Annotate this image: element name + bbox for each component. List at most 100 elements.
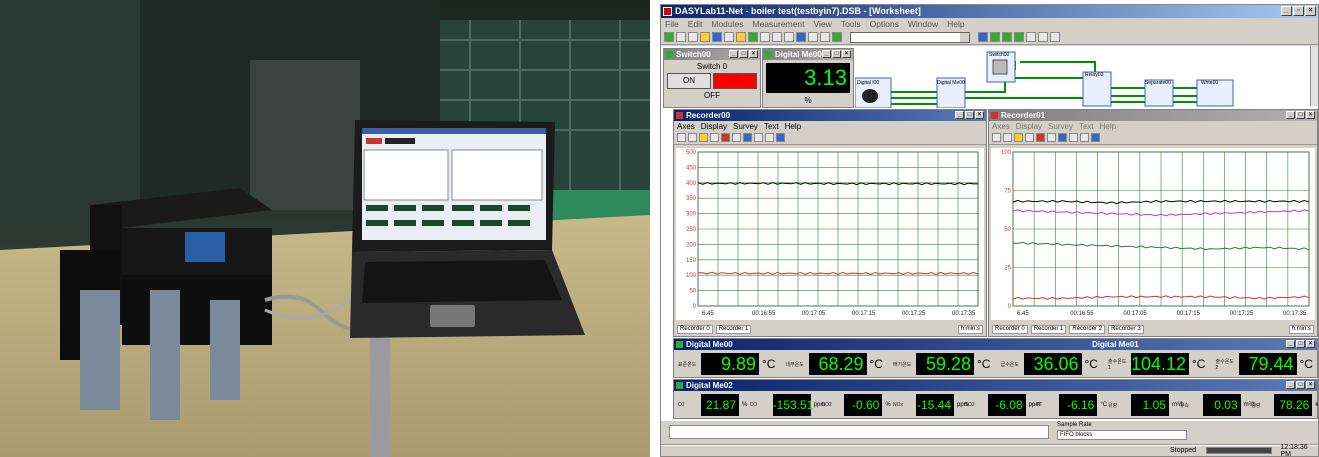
layout-icon[interactable] xyxy=(748,32,758,42)
rec-scale-icon[interactable] xyxy=(1025,133,1034,142)
menu-window[interactable]: Window xyxy=(908,18,938,30)
rec-left-max-button[interactable]: □ xyxy=(965,111,974,119)
rec-left-close-button[interactable]: × xyxy=(975,111,984,119)
module-icon[interactable] xyxy=(736,32,746,42)
flow-block-switch[interactable]: Switch00 xyxy=(989,52,1010,58)
rec-left-menu-help[interactable]: Help xyxy=(785,121,801,132)
rec-right-min-button[interactable]: _ xyxy=(1286,111,1295,119)
open-icon[interactable] xyxy=(700,32,710,42)
meters2-min-button[interactable]: _ xyxy=(1286,381,1295,389)
align-icon[interactable] xyxy=(808,32,818,42)
level-5-icon[interactable] xyxy=(1038,32,1048,42)
level-1-icon[interactable] xyxy=(990,32,1000,42)
legend-item[interactable]: Recorder 1 xyxy=(1030,325,1067,334)
rec-print-icon[interactable] xyxy=(765,133,774,142)
time-format-button[interactable]: h:min:s xyxy=(957,325,983,334)
rec-right-menu-display[interactable]: Display xyxy=(1016,121,1042,132)
rec-left-menu-survey[interactable]: Survey xyxy=(733,121,758,132)
rec-text-icon[interactable] xyxy=(1091,133,1100,142)
stop-icon[interactable] xyxy=(688,32,698,42)
legend-item[interactable]: Recorder 0 xyxy=(677,325,713,334)
rec-grid-icon[interactable] xyxy=(732,133,741,142)
print-icon[interactable] xyxy=(724,32,734,42)
rec-zoom-out-icon[interactable] xyxy=(1003,133,1012,142)
toolbar-combo[interactable] xyxy=(850,31,970,43)
switch-close-button[interactable]: × xyxy=(749,50,758,58)
rec-left-menu-text[interactable]: Text xyxy=(764,121,779,132)
flow-block-digital-meter[interactable]: Digital Me00 xyxy=(937,80,965,86)
flow-block-separate[interactable]: Separate00 xyxy=(1145,80,1171,86)
flow-block-relay[interactable]: Relay00 xyxy=(1085,72,1104,78)
switch-min-button[interactable]: _ xyxy=(729,50,738,58)
level-2-icon[interactable] xyxy=(1002,32,1012,42)
meter-min-button[interactable]: _ xyxy=(822,50,831,58)
help-icon[interactable] xyxy=(978,32,988,42)
rec-right-menu-text[interactable]: Text xyxy=(1079,121,1094,132)
level-4-icon[interactable] xyxy=(1026,32,1036,42)
menu-measurement[interactable]: Measurement xyxy=(753,18,805,30)
save-icon[interactable] xyxy=(712,32,722,42)
menu-modules[interactable]: Modules xyxy=(711,18,743,30)
rec-grid-icon[interactable] xyxy=(1047,133,1056,142)
flow-block-write[interactable]: Write00 xyxy=(1201,80,1218,86)
flow-block-digital-in[interactable]: Digital I00 xyxy=(857,80,879,86)
rec-right-menu-survey[interactable]: Survey xyxy=(1048,121,1073,132)
rec-marker-icon[interactable] xyxy=(721,133,730,142)
rec-left-menu-display[interactable]: Display xyxy=(701,121,727,132)
rec-text-icon[interactable] xyxy=(776,133,785,142)
menu-help[interactable]: Help xyxy=(947,18,964,30)
switch-max-button[interactable]: □ xyxy=(739,50,748,58)
paste-icon[interactable] xyxy=(784,32,794,42)
rec-left-menu-axes[interactable]: Axes xyxy=(677,121,695,132)
restore-button[interactable]: ▫ xyxy=(1293,6,1304,16)
menu-edit[interactable]: Edit xyxy=(688,18,703,30)
switch-on-button[interactable]: ON xyxy=(667,73,711,89)
close-button[interactable]: × xyxy=(1305,6,1316,16)
meters2-max-button[interactable]: □ xyxy=(1296,381,1305,389)
menu-view[interactable]: View xyxy=(813,18,831,30)
minimize-button[interactable]: _ xyxy=(1281,6,1292,16)
rec-layout-icon[interactable] xyxy=(1058,133,1067,142)
menu-tools[interactable]: Tools xyxy=(841,18,861,30)
meter-max-button[interactable]: □ xyxy=(832,50,841,58)
legend-item[interactable]: Recorder 2 xyxy=(1069,325,1106,334)
meter-close-button[interactable]: × xyxy=(842,50,851,58)
start-icon[interactable] xyxy=(664,32,674,42)
rec-left-min-button[interactable]: _ xyxy=(955,111,964,119)
rec-zoom-out-icon[interactable] xyxy=(688,133,697,142)
rec-copy-icon[interactable] xyxy=(754,133,763,142)
rec-cursor-icon[interactable] xyxy=(1014,133,1023,142)
menu-options[interactable]: Options xyxy=(870,18,899,30)
pause-icon[interactable] xyxy=(676,32,686,42)
zoom-icon[interactable] xyxy=(820,32,830,42)
rec-cursor-icon[interactable] xyxy=(699,133,708,142)
rec-print-icon[interactable] xyxy=(1080,133,1089,142)
rec-layout-icon[interactable] xyxy=(743,133,752,142)
rec-right-menu-help[interactable]: Help xyxy=(1100,121,1116,132)
rec-zoom-in-icon[interactable] xyxy=(677,133,686,142)
cut-icon[interactable] xyxy=(760,32,770,42)
rec-zoom-in-icon[interactable] xyxy=(992,133,1001,142)
time-format-button[interactable]: h:min:s xyxy=(1288,325,1314,334)
meters2-close-button[interactable]: × xyxy=(1306,381,1315,389)
legend-item[interactable]: Recorder 1 xyxy=(715,325,752,334)
legend-item[interactable]: Recorder 0 xyxy=(992,325,1028,334)
copy-icon[interactable] xyxy=(772,32,782,42)
meters1-max-button[interactable]: □ xyxy=(1296,340,1305,348)
rec-right-menu-axes[interactable]: Axes xyxy=(992,121,1010,132)
meters1-min-button[interactable]: _ xyxy=(1286,340,1295,348)
connect-icon[interactable] xyxy=(832,32,842,42)
rec-copy-icon[interactable] xyxy=(1069,133,1078,142)
workspace-scrollbar[interactable] xyxy=(1310,46,1318,106)
switch-off-button[interactable]: OFF xyxy=(713,73,757,89)
block-size-select[interactable]: FIFO blocks xyxy=(1057,430,1187,440)
menu-file[interactable]: File xyxy=(665,18,679,30)
level-3-icon[interactable] xyxy=(1014,32,1024,42)
rec-marker-icon[interactable] xyxy=(1036,133,1045,142)
rec-right-max-button[interactable]: □ xyxy=(1296,111,1305,119)
meters1-close-button[interactable]: × xyxy=(1306,340,1315,348)
rec-scale-icon[interactable] xyxy=(710,133,719,142)
legend-item[interactable]: Recorder 3 xyxy=(1108,325,1144,334)
level-6-icon[interactable] xyxy=(1050,32,1060,42)
grid-icon[interactable] xyxy=(796,32,806,42)
